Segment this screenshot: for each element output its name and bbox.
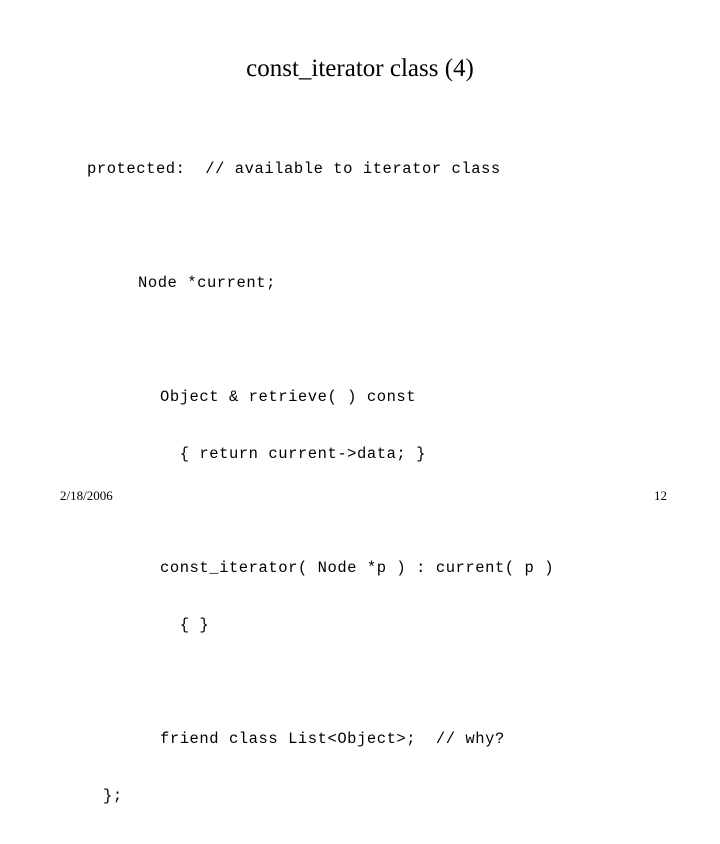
page-title: const_iterator class (4) — [246, 55, 474, 82]
slide-footer: 2/18/2006 12 — [0, 488, 720, 540]
code-line: friend class List<Object>; // why? — [160, 730, 505, 748]
code-line: const_iterator( Node *p ) : current( p ) — [160, 559, 555, 577]
code-block: protected: // available to iterator clas… — [87, 122, 687, 844]
footer-date: 2/18/2006 — [60, 488, 113, 503]
code-line: Node *current; — [138, 274, 276, 292]
slide: const_iterator class (4) protected: // a… — [0, 0, 720, 805]
code-line: { return current->data; } — [160, 445, 426, 463]
code-line: Object & retrieve( ) const — [160, 388, 417, 406]
code-line: { } — [160, 616, 210, 634]
code-line: }; — [103, 787, 123, 805]
code-line: protected: // available to iterator clas… — [87, 160, 501, 178]
footer-page-number: 12 — [654, 488, 667, 503]
